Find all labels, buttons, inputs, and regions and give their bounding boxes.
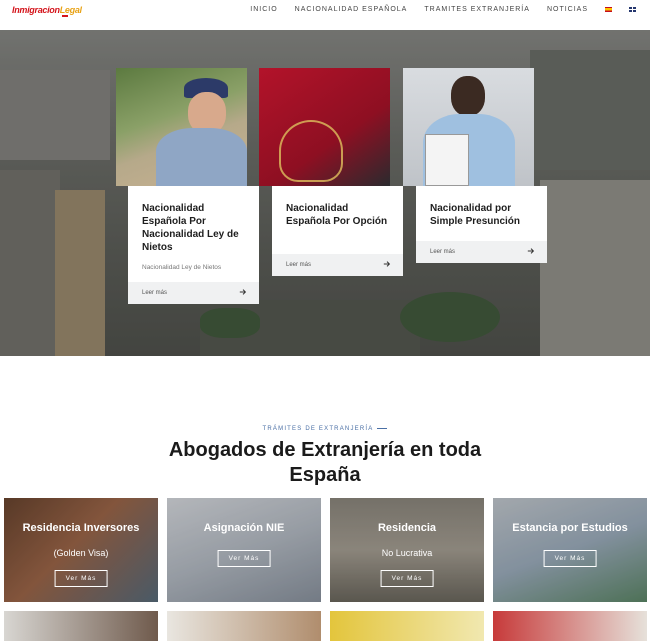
- jacket-shape: [156, 128, 247, 186]
- logo-text-1: Inmigracion: [12, 5, 60, 15]
- uk-flag-icon[interactable]: [629, 7, 636, 12]
- nav-noticias[interactable]: NOTICIAS: [547, 6, 588, 13]
- tile-row2-4[interactable]: [493, 611, 647, 641]
- nav-nacionalidad[interactable]: NACIONALIDAD ESPAÑOLA: [295, 6, 408, 13]
- section-kicker: TRÁMITES DE EXTRANJERÍA: [0, 426, 650, 432]
- hero-card-opcion[interactable]: Nacionalidad Española Por Opción Leer má…: [272, 186, 403, 276]
- ver-mas-button[interactable]: Ver Más: [380, 570, 434, 587]
- tile-title: Asignación NIE: [203, 522, 285, 534]
- nav-inicio[interactable]: INICIO: [250, 6, 277, 13]
- ver-mas-button[interactable]: Ver Más: [217, 550, 271, 567]
- hero-section: Nacionalidad Española Por Nacionalidad L…: [0, 30, 650, 356]
- section-title: Abogados de Extranjería en toda España: [0, 438, 650, 488]
- hero-card-presuncion[interactable]: Nacionalidad por Simple Presunción Leer …: [416, 186, 547, 263]
- tile-subtitle: (Golden Visa): [53, 548, 109, 558]
- card-title: Nacionalidad Española Por Nacionalidad L…: [142, 203, 239, 253]
- tile-residencia-no-lucrativa[interactable]: Residencia No Lucrativa Ver Más: [330, 498, 484, 602]
- document-shape: [425, 134, 469, 186]
- kicker-text: TRÁMITES DE EXTRANJERÍA: [262, 426, 374, 432]
- tile-estancia-estudios[interactable]: Estancia por Estudios Ver Más: [493, 498, 647, 602]
- tile-row2-3[interactable]: [330, 611, 484, 641]
- card-title: Nacionalidad Española Por Opción: [286, 203, 388, 227]
- tile-title: Estancia por Estudios: [512, 522, 628, 534]
- card-footer[interactable]: Leer más: [272, 254, 403, 276]
- logo-underline: [62, 15, 68, 17]
- coat-of-arms-shape: [279, 120, 343, 182]
- ver-mas-button[interactable]: Ver Más: [54, 570, 108, 587]
- read-more-link[interactable]: Leer más: [142, 290, 167, 296]
- card-subtitle: Nacionalidad Ley de Nietos: [142, 264, 222, 271]
- woman-document-photo: [403, 68, 534, 186]
- site-header: InmigracionLegal INICIO NACIONALIDAD ESP…: [0, 0, 650, 30]
- tile-row2-2[interactable]: [167, 611, 321, 641]
- tile-subtitle: No Lucrativa: [381, 548, 433, 558]
- site-logo[interactable]: InmigracionLegal: [12, 5, 82, 15]
- arrow-right-icon: [527, 248, 535, 254]
- hero-card-ley-nietos[interactable]: Nacionalidad Española Por Nacionalidad L…: [128, 186, 259, 304]
- tile-title: Residencia Inversores: [22, 522, 140, 534]
- tile-row2-1[interactable]: [4, 611, 158, 641]
- passport-photo: [259, 68, 390, 186]
- logo-text-2: Legal: [59, 5, 82, 15]
- section-title-line1: Abogados de Extranjería en toda: [168, 439, 482, 461]
- ver-mas-button[interactable]: Ver Más: [543, 550, 597, 567]
- section-title-line2: España: [289, 464, 361, 486]
- kicker-line: [377, 427, 388, 429]
- arrow-right-icon: [383, 261, 391, 267]
- card-footer[interactable]: Leer más: [128, 282, 259, 304]
- spain-flag-icon[interactable]: [605, 7, 612, 12]
- read-more-link[interactable]: Leer más: [430, 249, 455, 255]
- card-title: Nacionalidad por Simple Presunción: [430, 203, 521, 227]
- tile-title: Residencia: [377, 522, 437, 534]
- card-footer[interactable]: Leer más: [416, 241, 547, 263]
- tile-residencia-inversores[interactable]: Residencia Inversores (Golden Visa) Ver …: [4, 498, 158, 602]
- tile-asignacion-nie[interactable]: Asignación NIE Ver Más: [167, 498, 321, 602]
- elderly-man-photo: [116, 68, 247, 186]
- face-shape: [451, 76, 485, 116]
- nav-tramites[interactable]: TRAMITES EXTRANJERÍA: [424, 6, 530, 13]
- main-nav: INICIO NACIONALIDAD ESPAÑOLA TRAMITES EX…: [250, 6, 636, 13]
- read-more-link[interactable]: Leer más: [286, 262, 311, 268]
- arrow-right-icon: [239, 289, 247, 295]
